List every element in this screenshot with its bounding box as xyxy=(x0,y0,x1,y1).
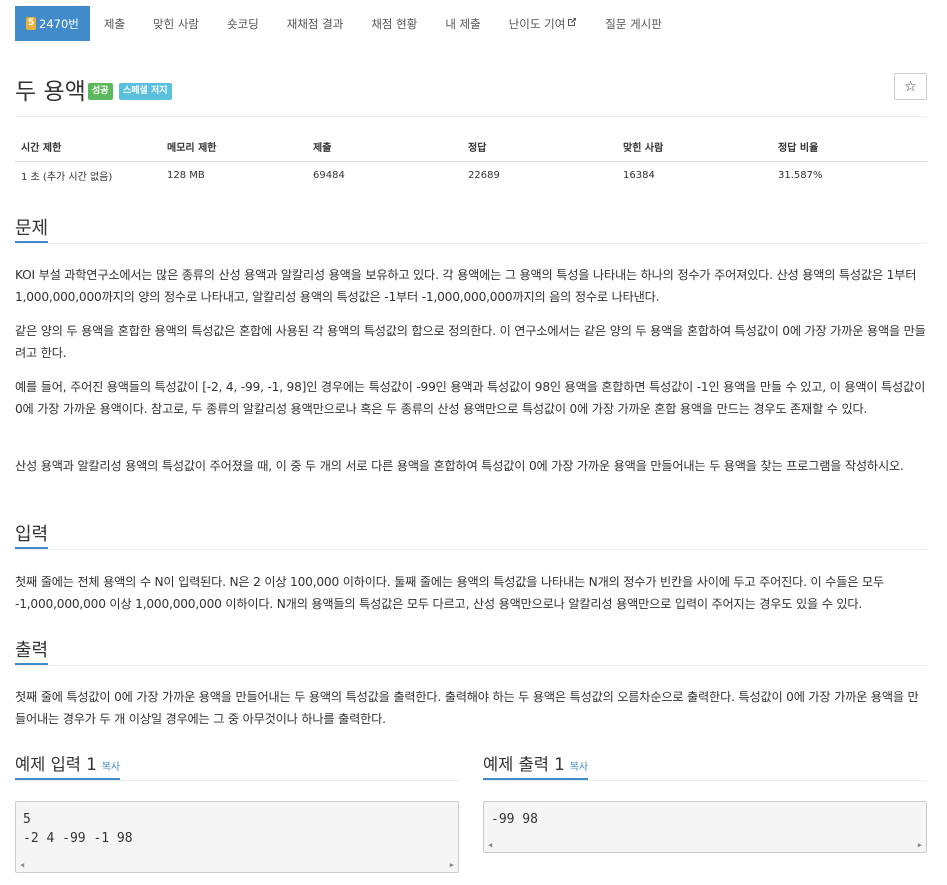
scroll-right-icon[interactable]: ▶ xyxy=(918,841,922,849)
table-header-row: 시간 제한 메모리 제한 제출 정답 맞힌 사람 정답 비율 xyxy=(15,133,927,162)
status-badge-success: 성공 xyxy=(88,83,113,100)
solved-users-value: 16384 xyxy=(623,169,655,181)
tab-question-board[interactable]: 질문 게시판 xyxy=(591,6,676,41)
tab-status[interactable]: 채점 현황 xyxy=(357,6,431,41)
copy-sample-output-button[interactable]: 복사 xyxy=(570,762,588,773)
horizontal-scrollbar[interactable]: ◀ ▶ xyxy=(16,858,458,872)
sample-output-header: 예제 출력 1 복사 xyxy=(483,751,927,781)
sample-input-code: 5 -2 4 -99 -1 98 xyxy=(23,812,133,846)
time-limit-value: 1 초 (추가 시간 없음) xyxy=(21,171,113,183)
tier-badge: 5 xyxy=(26,17,36,30)
title-row: 두 용액 성공 스페셜 저지 ☆ xyxy=(15,70,927,105)
problem-number-label: 2470번 xyxy=(39,16,79,31)
sample-output-code: -99 98 xyxy=(491,812,538,827)
problem-paragraph-1: KOI 부설 과학연구소에서는 많은 종류의 산성 용액과 알칼리성 용액을 보… xyxy=(15,268,917,304)
sample-output-title: 예제 출력 1 xyxy=(483,755,565,774)
problem-info-table: 시간 제한 메모리 제한 제출 정답 맞힌 사람 정답 비율 1 초 (추가 시… xyxy=(15,133,927,189)
sample-input-box[interactable]: 5 -2 4 -99 -1 98 ◀ ▶ xyxy=(15,801,459,873)
external-link-icon xyxy=(567,17,577,30)
horizontal-scrollbar[interactable]: ◀ ▶ xyxy=(484,838,926,852)
ratio-value: 31.587% xyxy=(778,169,823,181)
sample-output-box[interactable]: -99 98 ◀ ▶ xyxy=(483,801,927,853)
tab-difficulty-contrib[interactable]: 난이도 기여 xyxy=(495,6,592,41)
col-solved-users: 맞힌 사람 xyxy=(617,133,772,162)
difficulty-contrib-label: 난이도 기여 xyxy=(508,16,566,31)
star-button[interactable]: ☆ xyxy=(894,73,927,100)
col-memory-limit: 메모리 제한 xyxy=(161,133,307,162)
status-badge-special-judge: 스페셜 저지 xyxy=(119,83,172,100)
star-icon: ☆ xyxy=(904,78,917,95)
table-row: 1 초 (추가 시간 없음) 128 MB 69484 22689 16384 … xyxy=(15,161,927,189)
copy-sample-input-button[interactable]: 복사 xyxy=(102,762,120,773)
page-title: 두 용액 xyxy=(15,79,86,105)
tab-solved-users[interactable]: 맞힌 사람 xyxy=(139,6,213,41)
tab-problem[interactable]: 5 2470번 xyxy=(15,6,90,41)
sample-input-heading: 예제 입력 1 복사 xyxy=(15,751,121,780)
problem-paragraph-2: 같은 양의 두 용액을 혼합한 용액의 특성값은 혼합에 사용된 각 용액의 특… xyxy=(15,324,926,360)
tab-submit[interactable]: 제출 xyxy=(90,6,139,41)
problem-heading: 문제 xyxy=(15,214,49,243)
tab-my-submissions[interactable]: 내 제출 xyxy=(431,6,494,41)
input-heading: 입력 xyxy=(15,520,49,549)
problem-paragraph-4: 산성 용액과 알칼리성 용액의 특성값이 주어졌을 때, 이 중 두 개의 서로… xyxy=(15,459,904,473)
accepted-value: 22689 xyxy=(468,169,500,181)
output-description: 첫째 줄에 특성값이 0에 가장 가까운 용액을 만들어내는 두 용액의 특성값… xyxy=(15,690,919,726)
divider xyxy=(15,116,927,117)
scroll-right-icon[interactable]: ▶ xyxy=(450,861,454,869)
sample-input-title: 예제 입력 1 xyxy=(15,755,97,774)
submissions-value: 69484 xyxy=(313,169,345,181)
scroll-left-icon[interactable]: ◀ xyxy=(488,841,492,849)
col-submissions: 제출 xyxy=(307,133,462,162)
col-ratio: 정답 비율 xyxy=(772,133,927,162)
col-accepted: 정답 xyxy=(462,133,617,162)
col-time-limit: 시간 제한 xyxy=(15,133,161,162)
tab-rejudge-results[interactable]: 재채점 결과 xyxy=(273,6,358,41)
scroll-left-icon[interactable]: ◀ xyxy=(20,861,24,869)
output-section-header: 출력 xyxy=(15,636,927,666)
memory-limit-value: 128 MB xyxy=(167,169,205,181)
problem-section-header: 문제 xyxy=(15,214,927,244)
problem-nav: 5 2470번 제출 맞힌 사람 숏코딩 재채점 결과 채점 현황 내 제출 난… xyxy=(15,6,676,41)
sample-output-heading: 예제 출력 1 복사 xyxy=(483,751,589,780)
output-heading: 출력 xyxy=(15,636,49,665)
input-description: 첫째 줄에는 전체 용액의 수 N이 입력된다. N은 2 이상 100,000… xyxy=(15,575,884,611)
tab-short-coding[interactable]: 숏코딩 xyxy=(213,6,273,41)
input-section-header: 입력 xyxy=(15,520,927,550)
problem-paragraph-3: 예를 들어, 주어진 용액들의 특성값이 [-2, 4, -99, -1, 98… xyxy=(15,380,926,416)
sample-input-header: 예제 입력 1 복사 xyxy=(15,751,459,781)
